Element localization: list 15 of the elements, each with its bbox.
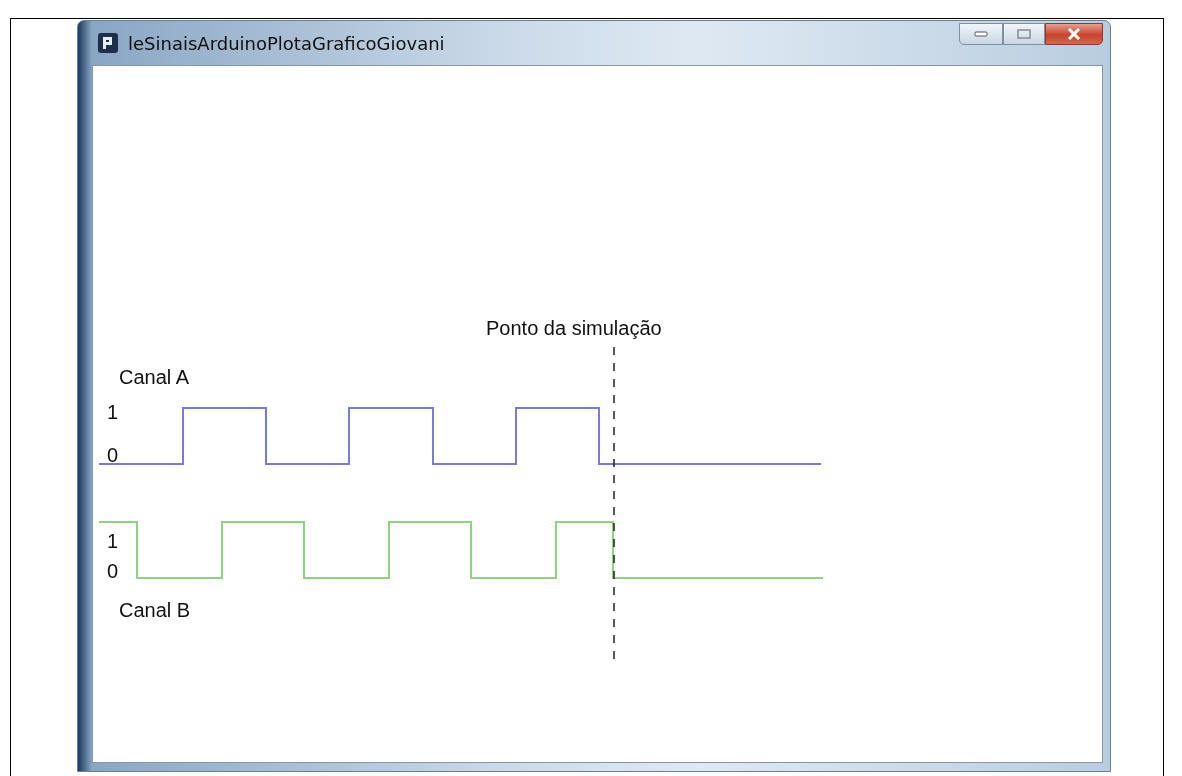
high-level-label: 1	[107, 400, 119, 424]
app-icon	[98, 33, 118, 53]
channel-name: Canal B	[119, 598, 191, 622]
minimize-button[interactable]	[959, 23, 1003, 45]
minimize-icon	[974, 31, 988, 37]
low-level-label: 0	[107, 559, 119, 583]
high-level-label: 1	[107, 529, 119, 553]
window-title: leSinaisArduinoPlotaGraficoGiovani	[128, 32, 445, 54]
channel-name: Canal A	[119, 365, 190, 389]
close-icon	[1067, 28, 1081, 40]
marker-label: Ponto da simulação	[486, 316, 662, 340]
close-button[interactable]	[1045, 23, 1103, 45]
maximize-icon	[1017, 29, 1031, 39]
maximize-button[interactable]	[1003, 23, 1045, 45]
low-level-label: 0	[107, 443, 119, 467]
